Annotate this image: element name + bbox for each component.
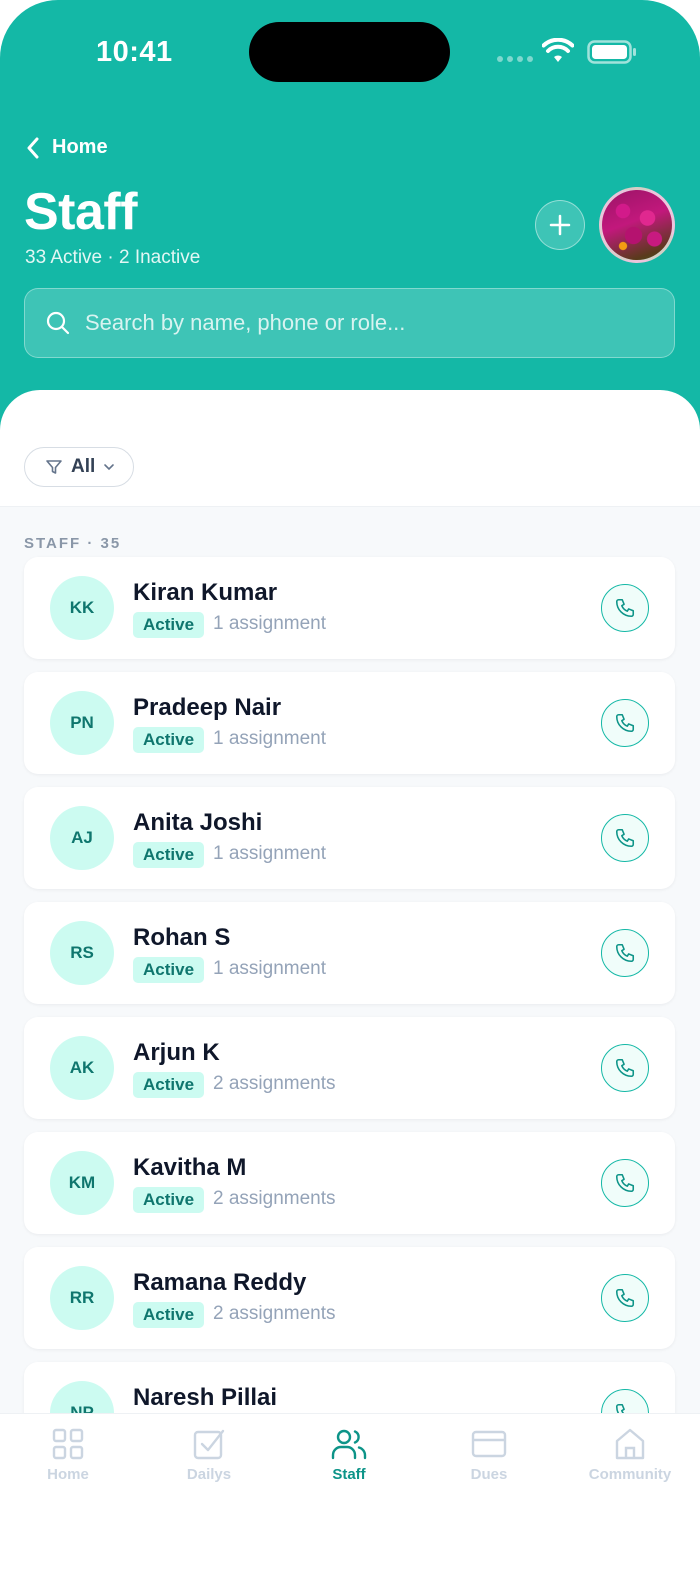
initials-avatar: NP — [50, 1381, 114, 1413]
back-button[interactable]: Home — [26, 136, 108, 159]
assignment-count: 2 assignments — [213, 1188, 336, 1209]
phone-screen: 10:41 Home Staff 33 Active · 2 Inactive — [0, 0, 700, 1571]
assignment-count: 1 assignment — [213, 958, 327, 979]
staff-card[interactable]: RR Ramana Reddy Active 2 assignments — [24, 1247, 675, 1349]
card-icon — [471, 1430, 507, 1458]
checkbox-icon — [193, 1429, 225, 1460]
search-icon — [46, 311, 70, 335]
assignment-count: 1 assignment — [213, 728, 327, 749]
call-button[interactable] — [601, 814, 649, 862]
staff-name: Arjun K — [133, 1039, 220, 1066]
add-staff-button[interactable] — [535, 200, 585, 250]
chevron-left-icon — [27, 137, 39, 158]
tab-home-label: Home — [47, 1466, 89, 1483]
staff-card[interactable]: RS Rohan S Active 1 assignment — [24, 902, 675, 1004]
dynamic-island — [249, 22, 450, 82]
phone-icon — [615, 598, 635, 618]
filter-dropdown[interactable]: All — [24, 447, 134, 487]
users-icon — [331, 1429, 367, 1460]
initials-avatar: AK — [50, 1036, 114, 1100]
staff-name: Ramana Reddy — [133, 1269, 307, 1296]
assignment-count: 1 assignment — [213, 843, 327, 864]
staff-card[interactable]: KM Kavitha M Active 2 assignments — [24, 1132, 675, 1234]
call-button[interactable] — [601, 929, 649, 977]
house-icon — [615, 1428, 645, 1460]
header: 10:41 Home Staff 33 Active · 2 Inactive — [0, 0, 700, 430]
staff-count-summary: 33 Active · 2 Inactive — [25, 247, 201, 268]
tab-staff[interactable]: Staff — [289, 1428, 409, 1483]
profile-avatar[interactable] — [599, 187, 675, 263]
initials-avatar: AJ — [50, 806, 114, 870]
tab-dailys[interactable]: Dailys — [149, 1428, 269, 1483]
phone-icon — [615, 713, 635, 733]
phone-icon — [615, 1058, 635, 1078]
back-label: Home — [52, 136, 108, 158]
status-badge: Active — [133, 727, 205, 753]
staff-name: Rohan S — [133, 924, 231, 951]
initials-avatar: KM — [50, 1151, 114, 1215]
tab-community-label: Community — [588, 1466, 672, 1483]
call-button[interactable] — [601, 1044, 649, 1092]
tab-community[interactable]: Community — [570, 1428, 690, 1483]
filter-icon — [46, 460, 62, 474]
filter-label: All — [71, 456, 96, 477]
initials-avatar: RR — [50, 1266, 114, 1330]
tab-staff-label: Staff — [332, 1466, 366, 1483]
initials-avatar: PN — [50, 691, 114, 755]
grid-icon — [52, 1428, 84, 1460]
status-badge: Active — [133, 1187, 205, 1213]
tab-home[interactable]: Home — [8, 1428, 128, 1483]
staff-card[interactable]: NPNaresh PillaiActive2 assignments — [24, 1362, 675, 1413]
status-badge: Active — [133, 1072, 205, 1098]
assignment-count: 1 assignment — [213, 613, 327, 634]
status-badge: Active — [133, 1302, 205, 1328]
call-button[interactable] — [601, 699, 649, 747]
section-label: STAFF · 35 — [24, 535, 122, 552]
phone-icon — [615, 1173, 635, 1193]
assignment-count: 2 assignments — [213, 1303, 336, 1324]
staff-card[interactable]: PN Pradeep Nair Active 1 assignment — [24, 672, 675, 774]
search-input[interactable]: Search by name, phone or role... — [85, 310, 405, 336]
tab-dues-label: Dues — [470, 1466, 508, 1483]
staff-name: Kiran Kumar — [133, 579, 278, 606]
battery-icon — [587, 40, 636, 64]
status-time: 10:41 — [96, 36, 173, 68]
tab-dailys-label: Dailys — [186, 1466, 232, 1483]
wifi-icon — [542, 38, 574, 62]
assignment-count: 2 assignments — [213, 1073, 336, 1094]
chevron-down-icon — [104, 464, 115, 471]
status-badge: Active — [133, 842, 205, 868]
phone-icon — [615, 1288, 635, 1308]
staff-card[interactable]: AJ Anita Joshi Active 1 assignment — [24, 787, 675, 889]
plus-icon — [549, 214, 571, 236]
search-bar[interactable]: Search by name, phone or role... — [24, 288, 675, 358]
signal-icon — [497, 56, 533, 62]
phone-icon — [615, 828, 635, 848]
tab-dues[interactable]: Dues — [429, 1428, 549, 1483]
staff-name: Naresh Pillai — [133, 1384, 278, 1411]
call-button[interactable] — [601, 1274, 649, 1322]
staff-name: Pradeep Nair — [133, 694, 282, 721]
call-button[interactable] — [601, 584, 649, 632]
staff-card[interactable]: KK Kiran Kumar Active 1 assignment — [24, 557, 675, 659]
status-badge: Active — [133, 957, 205, 983]
phone-icon — [615, 1403, 625, 1413]
call-button[interactable] — [601, 1389, 649, 1413]
staff-card[interactable]: AK Arjun K Active 2 assignments — [24, 1017, 675, 1119]
status-badge: Active — [133, 612, 205, 638]
initials-avatar: KK — [50, 576, 114, 640]
initials-avatar: RS — [50, 921, 114, 985]
staff-name: Kavitha M — [133, 1154, 247, 1181]
staff-name: Anita Joshi — [133, 809, 263, 836]
phone-icon — [615, 943, 635, 963]
page-title: Staff — [24, 183, 138, 241]
staff-list[interactable]: STAFF · 35 KK Kiran Kumar Active 1 assignme… — [0, 507, 700, 1413]
tab-bar: Home Dailys Staff Dues Community — [0, 1413, 700, 1571]
call-button[interactable] — [601, 1159, 649, 1207]
